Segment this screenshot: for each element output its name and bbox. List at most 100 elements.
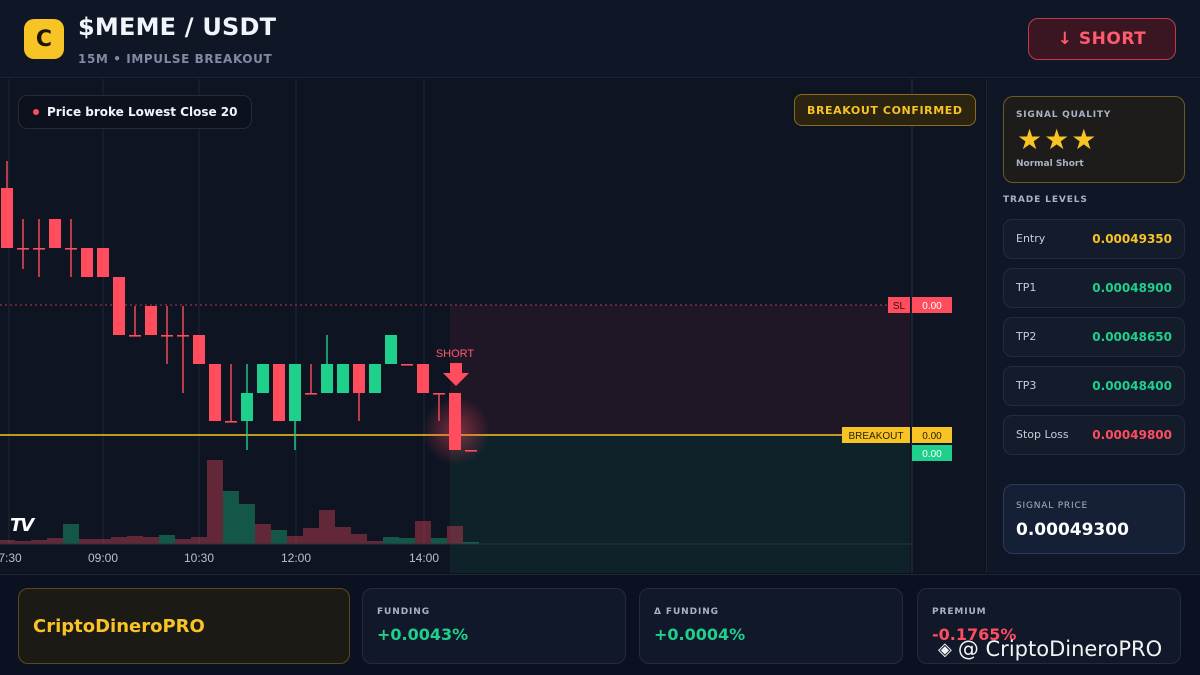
- candle-body: [353, 364, 365, 393]
- premium-label: PREMIUM: [932, 607, 987, 617]
- pair-title: $MEME / USDT: [78, 13, 277, 41]
- price-chart[interactable]: 7:30 09:00 10:30 12:00 14:00 SHORT SL 0.00 B…: [0, 79, 985, 573]
- candle-body: [209, 364, 221, 421]
- candle-body: [369, 364, 381, 393]
- watermark: ◈ @ CriptoDineroPRO: [938, 637, 1162, 661]
- candle: [369, 364, 381, 393]
- delta-funding-label: Δ FUNDING: [654, 607, 719, 617]
- volume-bar: [127, 536, 143, 544]
- event-pill-text: Price broke Lowest Close 20: [47, 105, 238, 119]
- candle: [305, 364, 317, 395]
- breakout-tag: BREAKOUT: [848, 431, 903, 442]
- volume-bar: [207, 460, 223, 544]
- coin-logo-icon: C: [24, 19, 64, 59]
- volume-bar: [63, 524, 79, 544]
- candle-body: [193, 335, 205, 364]
- candle-body: [97, 248, 109, 277]
- candle: [65, 219, 77, 277]
- volume-bar: [319, 510, 335, 544]
- candle: [385, 335, 397, 364]
- star-rating-icon: ★★★: [1017, 123, 1099, 156]
- candle: [209, 364, 221, 421]
- candle: [113, 277, 125, 335]
- candle: [273, 364, 285, 421]
- candle-body: [433, 393, 445, 395]
- take-profit-zone: [450, 435, 910, 573]
- volume-bar: [223, 491, 239, 544]
- signal-quality-sub: Normal Short: [1016, 159, 1084, 169]
- x-tick-label: 10:30: [184, 551, 214, 565]
- candle-body: [401, 364, 413, 366]
- volume-bar: [335, 527, 351, 544]
- x-tick-label: 7:30: [0, 551, 22, 565]
- binance-logo-icon: ◈: [938, 638, 952, 660]
- trade-level-name: TP2: [1016, 330, 1037, 343]
- candle-body: [321, 364, 333, 393]
- candle: [449, 393, 461, 450]
- volume-bar: [191, 537, 207, 544]
- candle: [33, 219, 45, 277]
- sl-value: 0.00: [922, 301, 942, 312]
- breakout-value: 0.00: [922, 431, 942, 442]
- candle: [401, 364, 413, 366]
- event-pill: Price broke Lowest Close 20: [18, 95, 253, 129]
- volume-bar: [31, 540, 47, 544]
- candle-body: [33, 248, 45, 250]
- candle: [81, 248, 93, 277]
- volume-bar: [0, 540, 15, 544]
- volume-bar: [47, 538, 63, 544]
- x-tick-label: 09:00: [88, 551, 118, 565]
- trade-level-value: 0.00049800: [1092, 428, 1172, 442]
- candle: [257, 364, 269, 393]
- volume-bar: [95, 539, 111, 544]
- candle-body: [305, 393, 317, 395]
- candle-body: [17, 248, 29, 250]
- trade-level-entry: Entry 0.00049350: [1003, 219, 1185, 259]
- volume-bar: [111, 537, 127, 544]
- short-marker-label: SHORT: [436, 348, 475, 360]
- candle: [17, 219, 29, 269]
- volume-bar: [255, 524, 271, 544]
- trade-level-tp3: TP3 0.00048400: [1003, 366, 1185, 406]
- candle-body: [257, 364, 269, 393]
- trade-level-tp1: TP1 0.00048900: [1003, 268, 1185, 308]
- delta-funding-value: +0.0004%: [654, 625, 746, 644]
- volume-bar: [447, 526, 463, 544]
- funding-label: FUNDING: [377, 607, 431, 617]
- candle: [193, 335, 205, 364]
- candlestick-chart[interactable]: 7:30 09:00 10:30 12:00 14:00 SHORT SL 0.00 B…: [0, 79, 985, 573]
- trade-level-value: 0.00048900: [1092, 281, 1172, 295]
- candle-body: [289, 364, 301, 421]
- trade-levels-label: TRADE LEVELS: [1003, 195, 1088, 205]
- trade-level-stop-loss: Stop Loss 0.00049800: [1003, 415, 1185, 455]
- short-button[interactable]: ↓ SHORT: [1028, 18, 1176, 60]
- sl-tag: SL: [893, 301, 906, 312]
- timeframe-subtitle: 15M • IMPULSE BREAKOUT: [78, 52, 273, 66]
- trade-level-value: 0.00048400: [1092, 379, 1172, 393]
- candle-body: [145, 306, 157, 335]
- tradingview-logo-icon[interactable]: TV: [10, 515, 34, 536]
- watermark-text: @ CriptoDineroPRO: [957, 637, 1163, 661]
- volume-bar: [431, 538, 447, 544]
- candle-body: [113, 277, 125, 335]
- current-price-value: 0.00: [922, 449, 942, 460]
- candle-body: [161, 335, 173, 337]
- header: C $MEME / USDT 15M • IMPULSE BREAKOUT ↓ …: [0, 0, 1200, 78]
- candle-body: [385, 335, 397, 364]
- brand-card: CriptoDineroPRO: [18, 588, 350, 664]
- signal-price-label: SIGNAL PRICE: [1016, 501, 1089, 511]
- signal-price-card: SIGNAL PRICE 0.00049300: [1003, 484, 1185, 554]
- candle-body: [65, 248, 77, 250]
- candle-body: [417, 364, 429, 393]
- x-tick-label: 12:00: [281, 551, 311, 565]
- signal-quality-label: SIGNAL QUALITY: [1016, 110, 1112, 120]
- signal-sidebar: SIGNAL QUALITY ★★★ Normal Short TRADE LE…: [986, 79, 1200, 573]
- volume-bar: [383, 537, 399, 544]
- candle-body: [337, 364, 349, 393]
- candle: [1, 161, 13, 248]
- alert-dot-icon: [33, 109, 39, 115]
- funding-value: +0.0043%: [377, 625, 469, 644]
- candle: [177, 306, 189, 393]
- funding-card: FUNDING +0.0043%: [362, 588, 626, 664]
- volume-bar: [415, 521, 431, 544]
